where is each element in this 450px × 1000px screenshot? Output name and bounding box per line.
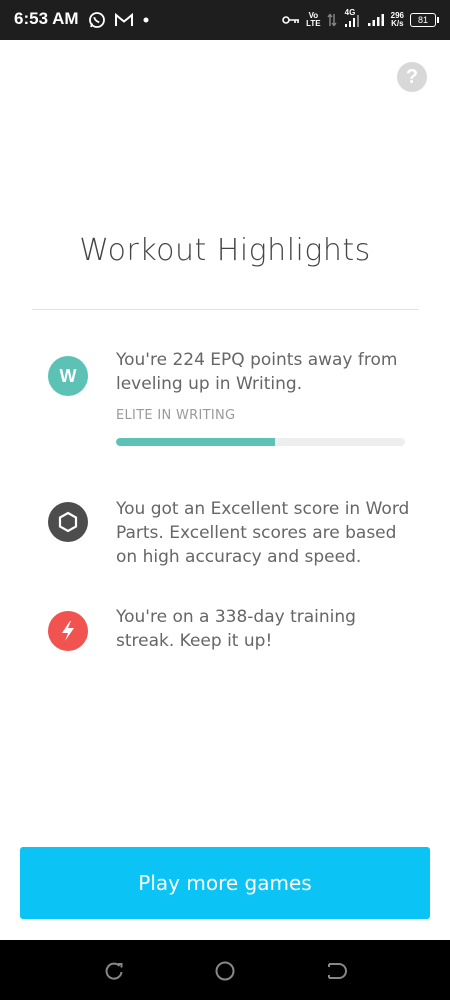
status-time: 6:53 AM xyxy=(14,9,79,28)
lightning-bolt-icon xyxy=(48,611,88,651)
help-button[interactable]: ? xyxy=(397,62,427,92)
volte-indicator: Vo LTE xyxy=(306,11,321,28)
status-right-icons: Vo LTE 4G 296 K/s 81 xyxy=(282,8,439,32)
page-title: Workout Highlights xyxy=(79,233,371,268)
vpn-key-icon xyxy=(282,16,300,24)
highlight-text: You're on a 338-day training streak. Kee… xyxy=(116,607,356,651)
writing-badge-letter: W xyxy=(59,365,77,386)
writing-badge-icon: W xyxy=(48,356,88,396)
highlight-text: You got an Excellent score in Word Parts… xyxy=(116,499,410,567)
navigation-bar xyxy=(0,940,450,1000)
play-more-games-button[interactable]: Play more games xyxy=(20,847,430,919)
network-speed: 296 K/s xyxy=(390,11,404,28)
home-icon[interactable] xyxy=(214,960,236,982)
help-icon: ? xyxy=(405,66,419,88)
highlight-text: You're 224 EPQ points away from leveling… xyxy=(116,350,398,394)
level-progress-bar xyxy=(116,438,405,446)
status-bar: 6:53 AM Vo LTE 4G 296 K/s 81 xyxy=(0,0,450,40)
signal-4g: 4G xyxy=(343,9,361,28)
whatsapp-icon xyxy=(89,12,105,28)
hexagon-icon xyxy=(48,502,88,542)
divider xyxy=(32,309,419,310)
signal-4g-icon xyxy=(344,15,359,27)
gmail-icon xyxy=(115,12,133,26)
status-left-icons xyxy=(88,9,150,31)
signal-icon xyxy=(367,14,384,26)
notification-dot-icon xyxy=(143,17,149,23)
data-arrows-icon xyxy=(327,13,337,27)
battery-indicator: 81 xyxy=(410,13,439,27)
back-icon[interactable] xyxy=(326,960,348,982)
recent-apps-icon[interactable] xyxy=(103,960,125,982)
level-progress-fill xyxy=(116,438,275,446)
level-label: ELITE IN WRITING xyxy=(116,408,236,423)
